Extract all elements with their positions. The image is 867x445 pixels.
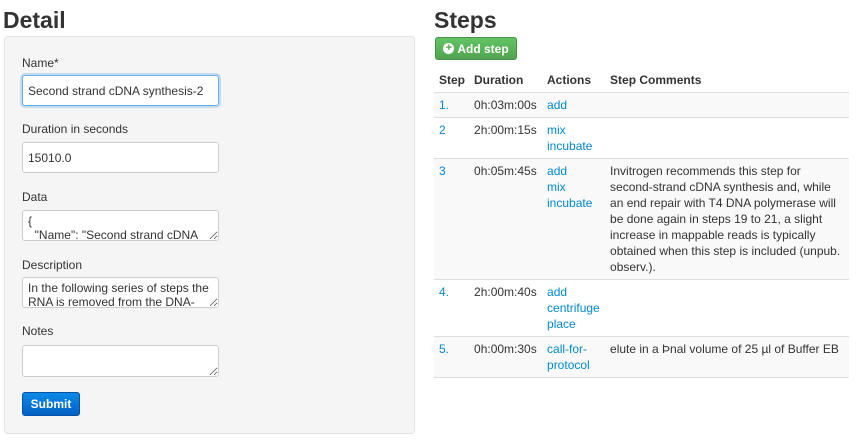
notes-label: Notes [22, 324, 54, 338]
column-header-duration: Duration [474, 73, 524, 87]
action-link[interactable]: place [547, 317, 576, 331]
detail-form-panel: Name* Duration in seconds Data { "Name":… [4, 36, 415, 434]
step-comment: Invitrogen recommends this step for seco… [605, 158, 849, 280]
step-duration: 0h:05m:45s [469, 158, 543, 280]
step-duration: 0h:03m:00s [469, 92, 543, 118]
step-duration: 2h:00m:15s [469, 117, 543, 159]
action-link[interactable]: incubate [547, 139, 592, 153]
step-comment: elute in a Þnal volume of 25 µl of Buffe… [605, 336, 849, 378]
column-header-actions: Actions [547, 73, 592, 87]
step-duration: 2h:00m:40s [469, 279, 543, 337]
step-link[interactable]: 5. [439, 342, 449, 356]
step-comment [605, 279, 849, 337]
notes-textarea[interactable] [22, 345, 219, 377]
step-comment [605, 92, 849, 118]
steps-table: Step Duration Actions Step Comments 1. 0… [434, 68, 849, 378]
action-link[interactable]: incubate [547, 196, 592, 210]
action-link[interactable]: add [547, 164, 567, 178]
table-row: 4. 2h:00m:40s add centrifuge place [434, 279, 849, 337]
steps-heading: Steps [434, 7, 497, 33]
step-link[interactable]: 3 [439, 164, 446, 178]
column-header-comments: Step Comments [610, 73, 702, 87]
action-link[interactable]: call-for-protocol [547, 342, 590, 372]
plus-circle-icon: + [443, 43, 455, 54]
step-duration: 0h:00m:30s [469, 336, 543, 378]
step-link[interactable]: 4. [439, 285, 449, 299]
duration-input[interactable] [22, 142, 219, 173]
submit-button[interactable]: Submit [22, 392, 80, 416]
duration-label: Duration in seconds [22, 122, 129, 136]
table-header-row: Step Duration Actions Step Comments [434, 68, 849, 93]
name-label: Name* [22, 56, 59, 70]
description-textarea[interactable]: In the following series of steps the RNA… [22, 277, 219, 308]
name-input[interactable] [22, 75, 219, 106]
step-link[interactable]: 2 [439, 123, 446, 137]
add-step-label: Add step [457, 41, 509, 56]
action-link[interactable]: mix [547, 123, 566, 137]
detail-heading: Detail [3, 7, 66, 33]
table-row: 5. 0h:00m:30s call-for-protocol elute in… [434, 336, 849, 378]
data-textarea[interactable]: { "Name": "Second strand cDNA [22, 210, 219, 241]
table-row: 2 2h:00m:15s mix incubate [434, 117, 849, 159]
description-label: Description [22, 258, 83, 272]
action-link[interactable]: centrifuge [547, 301, 600, 315]
data-label: Data [22, 190, 48, 204]
table-row: 3 0h:05m:45s add mix incubate Invitrogen… [434, 158, 849, 280]
table-row: 1. 0h:03m:00s add [434, 92, 849, 118]
column-header-step: Step [439, 73, 466, 87]
action-link[interactable]: mix [547, 180, 566, 194]
action-link[interactable]: add [547, 98, 567, 112]
action-link[interactable]: add [547, 285, 567, 299]
add-step-button[interactable]: + Add step [435, 37, 517, 60]
step-comment [605, 117, 849, 159]
step-link[interactable]: 1. [439, 98, 449, 112]
